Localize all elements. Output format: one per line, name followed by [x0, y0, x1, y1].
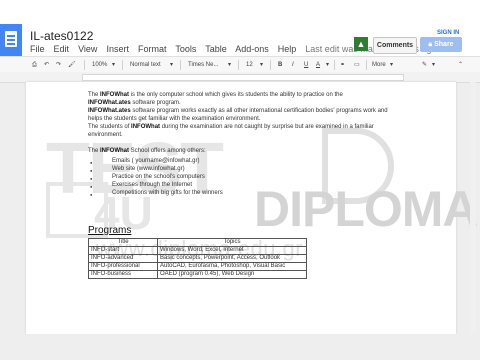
menu-tools[interactable]: Tools: [175, 44, 196, 54]
table-cell: INFO-professional: [88, 262, 158, 271]
menu-table[interactable]: Table: [205, 44, 227, 54]
share-label: Share: [434, 41, 454, 48]
notification-icon[interactable]: ▲: [354, 37, 368, 51]
style-select[interactable]: Normal text: [130, 59, 161, 71]
menu-format[interactable]: Format: [138, 44, 167, 54]
table-header-row: Title Topics: [88, 238, 307, 247]
comment-icon[interactable]: ▭: [354, 59, 360, 71]
paragraph: The students of INFOWhat during the exam…: [88, 124, 374, 138]
table-cell: AutoCAD, Eurofasma, Photoshop, Visual Ba…: [157, 262, 307, 271]
table-cell: Windows, Word, Excel, Internet: [157, 246, 307, 255]
link-icon[interactable]: ⚭: [340, 59, 345, 71]
section-heading[interactable]: Programs: [88, 225, 131, 236]
table-row: INFO-advanced Basic concepts, Powerpoint…: [88, 254, 307, 263]
menu-insert[interactable]: Insert: [106, 44, 129, 54]
paragraph: INFOWhat.ates software program works exa…: [88, 108, 388, 122]
zoom-select[interactable]: 100%: [92, 59, 107, 71]
font-size-select[interactable]: 12: [246, 59, 253, 71]
document-body[interactable]: The INFOWhat is the only computer school…: [88, 91, 388, 155]
underline-button[interactable]: U: [304, 59, 308, 71]
text-color-button[interactable]: A: [316, 59, 320, 71]
pencil-icon[interactable]: ✎: [422, 59, 427, 71]
paragraph: The INFOWhat School offers among others:: [88, 148, 206, 154]
table-row: INFO-start Windows, Word, Excel, Interne…: [88, 246, 307, 255]
programs-table[interactable]: Title Topics INFO-start Windows, Word, E…: [88, 238, 307, 279]
list-item: Emails ( yourname@infowhat.gr): [90, 157, 223, 167]
menu-view[interactable]: View: [78, 44, 97, 54]
paint-format-icon[interactable]: 🖌︎: [68, 59, 76, 71]
bold-button[interactable]: B: [278, 59, 282, 71]
list-item: Web site (www.infowhat.gr): [90, 165, 223, 175]
paragraph: The INFOWhat is the only computer school…: [88, 92, 343, 98]
chevron-down-icon[interactable]: ▾: [432, 59, 435, 71]
table-header: Title: [88, 238, 158, 247]
chevron-down-icon[interactable]: ▾: [228, 59, 231, 71]
chevron-down-icon[interactable]: ▾: [112, 59, 115, 71]
table-cell: INFO-advanced: [88, 254, 158, 263]
table-cell: Basic concepts, Powerpoint, Access, Outl…: [157, 254, 307, 263]
offer-list[interactable]: Emails ( yourname@infowhat.gr) Web site …: [90, 157, 223, 199]
sign-in-link[interactable]: SIGN IN: [437, 30, 459, 36]
font-select[interactable]: Times Ne...: [188, 59, 218, 71]
chevron-down-icon[interactable]: ▾: [260, 59, 263, 71]
document-title[interactable]: IL-ates0122: [30, 29, 93, 43]
menu-edit[interactable]: Edit: [54, 44, 70, 54]
comments-button[interactable]: Comments: [373, 37, 417, 54]
table-cell: OAED (program 0.45), Web Design: [157, 270, 307, 279]
collapse-icon[interactable]: ⌃: [458, 59, 463, 71]
docs-logo-icon[interactable]: [0, 24, 22, 56]
paragraph: INFOWhat.ates software program.: [88, 100, 181, 106]
table-cell: INFO-business: [88, 270, 158, 279]
table-row: INFO-business OAED (program 0.45), Web D…: [88, 270, 307, 279]
menu-addons[interactable]: Add-ons: [235, 44, 269, 54]
menu-help[interactable]: Help: [278, 44, 297, 54]
ruler-margin-area[interactable]: [82, 74, 404, 81]
table-cell: INFO-start: [88, 246, 158, 255]
table-header: Topics: [157, 238, 307, 247]
menu-file[interactable]: File: [30, 44, 45, 54]
redo-icon[interactable]: ↷: [56, 59, 61, 71]
undo-icon[interactable]: ↶: [44, 59, 49, 71]
list-item: Practice on the school's computers: [90, 173, 223, 183]
share-button[interactable]: 🔒︎ Share: [420, 37, 462, 52]
list-item: Competitions with big gifts for the winn…: [90, 189, 223, 199]
list-item: Exercises through the Internet: [90, 181, 223, 191]
print-icon[interactable]: ⎙: [32, 59, 37, 71]
italic-button[interactable]: I: [292, 59, 294, 71]
more-button[interactable]: More: [372, 59, 386, 71]
table-row: INFO-professional AutoCAD, Eurofasma, Ph…: [88, 262, 307, 271]
chevron-down-icon[interactable]: ▾: [326, 59, 329, 71]
chevron-down-icon[interactable]: ▾: [390, 59, 393, 71]
chevron-down-icon[interactable]: ▾: [170, 59, 173, 71]
page-gap: [0, 334, 480, 360]
vertical-scrollbar[interactable]: [470, 82, 476, 334]
lock-icon: 🔒︎: [428, 41, 433, 48]
